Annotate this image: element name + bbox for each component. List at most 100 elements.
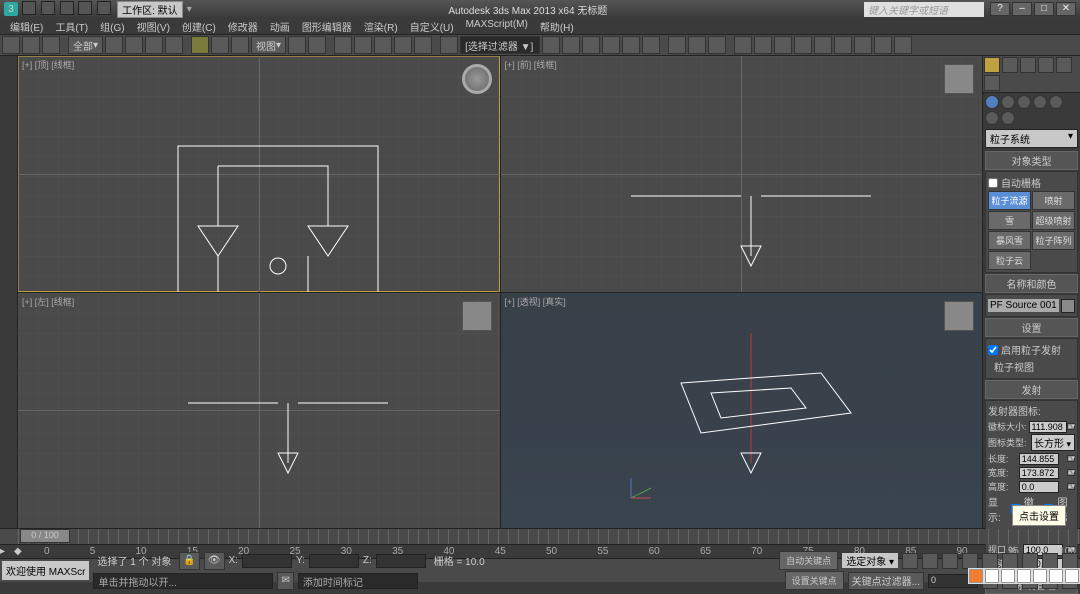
menu-graph-editors[interactable]: 图形编辑器 bbox=[296, 18, 358, 34]
select-by-name-button[interactable] bbox=[125, 36, 143, 54]
viewport-perspective[interactable]: [+] [透视] [真实] bbox=[501, 293, 983, 529]
key-filters-dropdown[interactable]: 选定对象 ▾ bbox=[842, 553, 898, 568]
nav-zoomext-button[interactable] bbox=[1062, 553, 1078, 569]
tray-icon-1[interactable] bbox=[985, 569, 999, 583]
move-button[interactable] bbox=[191, 36, 209, 54]
goto-start-button[interactable] bbox=[902, 553, 918, 569]
tb-extra-6[interactable] bbox=[834, 36, 852, 54]
qat-save-icon[interactable] bbox=[60, 1, 74, 15]
snow-button[interactable]: 雪 bbox=[988, 211, 1031, 230]
tray-icon-2[interactable] bbox=[1001, 569, 1015, 583]
prev-frame-button[interactable] bbox=[922, 553, 938, 569]
viewport-left[interactable]: [+] [左] [线框] bbox=[18, 293, 500, 529]
spray-button[interactable]: 喷射 bbox=[1032, 191, 1075, 210]
nav-zoom-button[interactable] bbox=[1022, 553, 1038, 569]
spinner-snap-button[interactable] bbox=[414, 36, 432, 54]
y-coord-input[interactable] bbox=[309, 554, 359, 568]
systems-cat-icon[interactable] bbox=[1001, 111, 1015, 125]
modify-tab[interactable] bbox=[1002, 57, 1018, 73]
width-spinner[interactable]: ▴▾ bbox=[1067, 469, 1075, 476]
particle-view-button[interactable]: 粒子视图 bbox=[994, 359, 1069, 374]
named-selection-button[interactable] bbox=[440, 36, 458, 54]
auto-key-button[interactable]: 自动关键点 bbox=[779, 551, 838, 570]
mirror-button[interactable] bbox=[542, 36, 560, 54]
utilities-tab[interactable] bbox=[984, 75, 1000, 91]
material-editor-button[interactable] bbox=[642, 36, 660, 54]
display-tab[interactable] bbox=[1056, 57, 1072, 73]
window-crossing-button[interactable] bbox=[165, 36, 183, 54]
undo-button[interactable] bbox=[2, 36, 20, 54]
selection-lock-icon[interactable]: 🔒 bbox=[179, 552, 199, 570]
height-input[interactable]: 0.0 bbox=[1019, 481, 1059, 493]
motion-tab[interactable] bbox=[1038, 57, 1054, 73]
blizzard-button[interactable]: 暴风雪 bbox=[988, 231, 1031, 250]
pivot-button[interactable] bbox=[288, 36, 306, 54]
tb-extra-1[interactable] bbox=[734, 36, 752, 54]
time-slider-thumb[interactable]: 0 / 100 bbox=[20, 529, 70, 543]
menu-edit[interactable]: 编辑(E) bbox=[4, 18, 49, 34]
isolate-icon[interactable]: 👁 bbox=[204, 552, 225, 570]
object-name-input[interactable]: PF Source 001 bbox=[988, 299, 1059, 312]
named-selection-dropdown[interactable]: [选择过滤器 ▼] bbox=[460, 36, 540, 54]
tb-extra-3[interactable] bbox=[774, 36, 792, 54]
key-filters-button[interactable]: 关键点过滤器... bbox=[848, 572, 924, 590]
viewcube-persp[interactable] bbox=[944, 301, 974, 331]
redo-button[interactable] bbox=[22, 36, 40, 54]
viewcube-front[interactable] bbox=[944, 64, 974, 94]
help-search-input[interactable]: 键入关键字或短语 bbox=[864, 2, 984, 17]
menu-maxscript[interactable]: MAXScript(M) bbox=[460, 18, 534, 34]
goto-end-button[interactable] bbox=[982, 553, 998, 569]
render-setup-button[interactable] bbox=[668, 36, 686, 54]
spacewarps-cat-icon[interactable] bbox=[985, 111, 999, 125]
maxscript-mini-listener[interactable]: 欢迎使用 MAXScr bbox=[2, 561, 89, 580]
track-key-icon[interactable]: ◆ bbox=[14, 546, 28, 557]
menu-rendering[interactable]: 渲染(R) bbox=[358, 18, 404, 34]
ref-coord-dropdown[interactable]: 视图 ▾ bbox=[251, 36, 286, 54]
color-swatch[interactable] bbox=[1061, 299, 1075, 313]
snap-2d-button[interactable] bbox=[334, 36, 352, 54]
track-expand-icon[interactable]: ▸ bbox=[0, 546, 14, 557]
viewport-top[interactable]: [+] [顶] [线框] bbox=[18, 56, 500, 292]
viewport-front-label[interactable]: [+] [前] [线框] bbox=[505, 58, 557, 71]
qat-new-icon[interactable] bbox=[22, 1, 36, 15]
percent-snap-button[interactable] bbox=[394, 36, 412, 54]
selection-filter-dropdown[interactable]: 全部 ▾ bbox=[68, 36, 103, 54]
height-spinner[interactable]: ▴▾ bbox=[1067, 483, 1075, 490]
rollout-object-type[interactable]: 对象类型 bbox=[985, 151, 1078, 170]
maximize-button[interactable]: □ bbox=[1034, 2, 1054, 16]
logo-size-input[interactable]: 111.908 bbox=[1029, 421, 1067, 433]
x-coord-input[interactable] bbox=[242, 554, 292, 568]
logo-size-spinner[interactable]: ▴▾ bbox=[1067, 423, 1075, 430]
particle-array-button[interactable]: 粒子阵列 bbox=[1032, 231, 1075, 250]
particle-cloud-button[interactable]: 粒子云 bbox=[988, 251, 1031, 270]
menu-help[interactable]: 帮助(H) bbox=[534, 18, 580, 34]
length-spinner[interactable]: ▴▾ bbox=[1067, 455, 1075, 462]
viewcube-top[interactable] bbox=[462, 64, 492, 94]
tray-icon-6[interactable] bbox=[1065, 569, 1079, 583]
time-slider[interactable]: 0 / 100 bbox=[0, 528, 1080, 544]
nav-pan-button[interactable] bbox=[1002, 553, 1018, 569]
rendered-frame-button[interactable] bbox=[688, 36, 706, 54]
layer-manager-button[interactable] bbox=[582, 36, 600, 54]
viewport-front[interactable]: [+] [前] [线框] bbox=[501, 56, 983, 292]
next-frame-button[interactable] bbox=[962, 553, 978, 569]
link-button[interactable] bbox=[42, 36, 60, 54]
rollout-emission[interactable]: 发射 bbox=[985, 380, 1078, 399]
z-coord-input[interactable] bbox=[376, 554, 426, 568]
geometry-cat-icon[interactable] bbox=[985, 95, 999, 109]
viewport-persp-label[interactable]: [+] [透视] [真实] bbox=[505, 295, 566, 308]
app-logo-icon[interactable]: 3 bbox=[4, 2, 18, 16]
comm-center-icon[interactable]: ✉ bbox=[277, 572, 293, 590]
tray-icon-3[interactable] bbox=[1017, 569, 1031, 583]
schematic-view-button[interactable] bbox=[622, 36, 640, 54]
set-key-button[interactable]: 设置关键点 bbox=[785, 571, 844, 590]
add-time-tag[interactable]: 添加时间标记 bbox=[298, 573, 418, 589]
menu-tools[interactable]: 工具(T) bbox=[49, 18, 94, 34]
tb-extra-8[interactable] bbox=[874, 36, 892, 54]
icon-type-dropdown[interactable]: 长方形 ▾ bbox=[1031, 434, 1075, 451]
close-button[interactable]: ✕ bbox=[1056, 2, 1076, 16]
viewport-top-label[interactable]: [+] [顶] [线框] bbox=[22, 58, 74, 71]
subcategory-dropdown[interactable]: 粒子系统▾ bbox=[985, 129, 1078, 148]
menu-create[interactable]: 创建(C) bbox=[176, 18, 222, 34]
tb-extra-2[interactable] bbox=[754, 36, 772, 54]
